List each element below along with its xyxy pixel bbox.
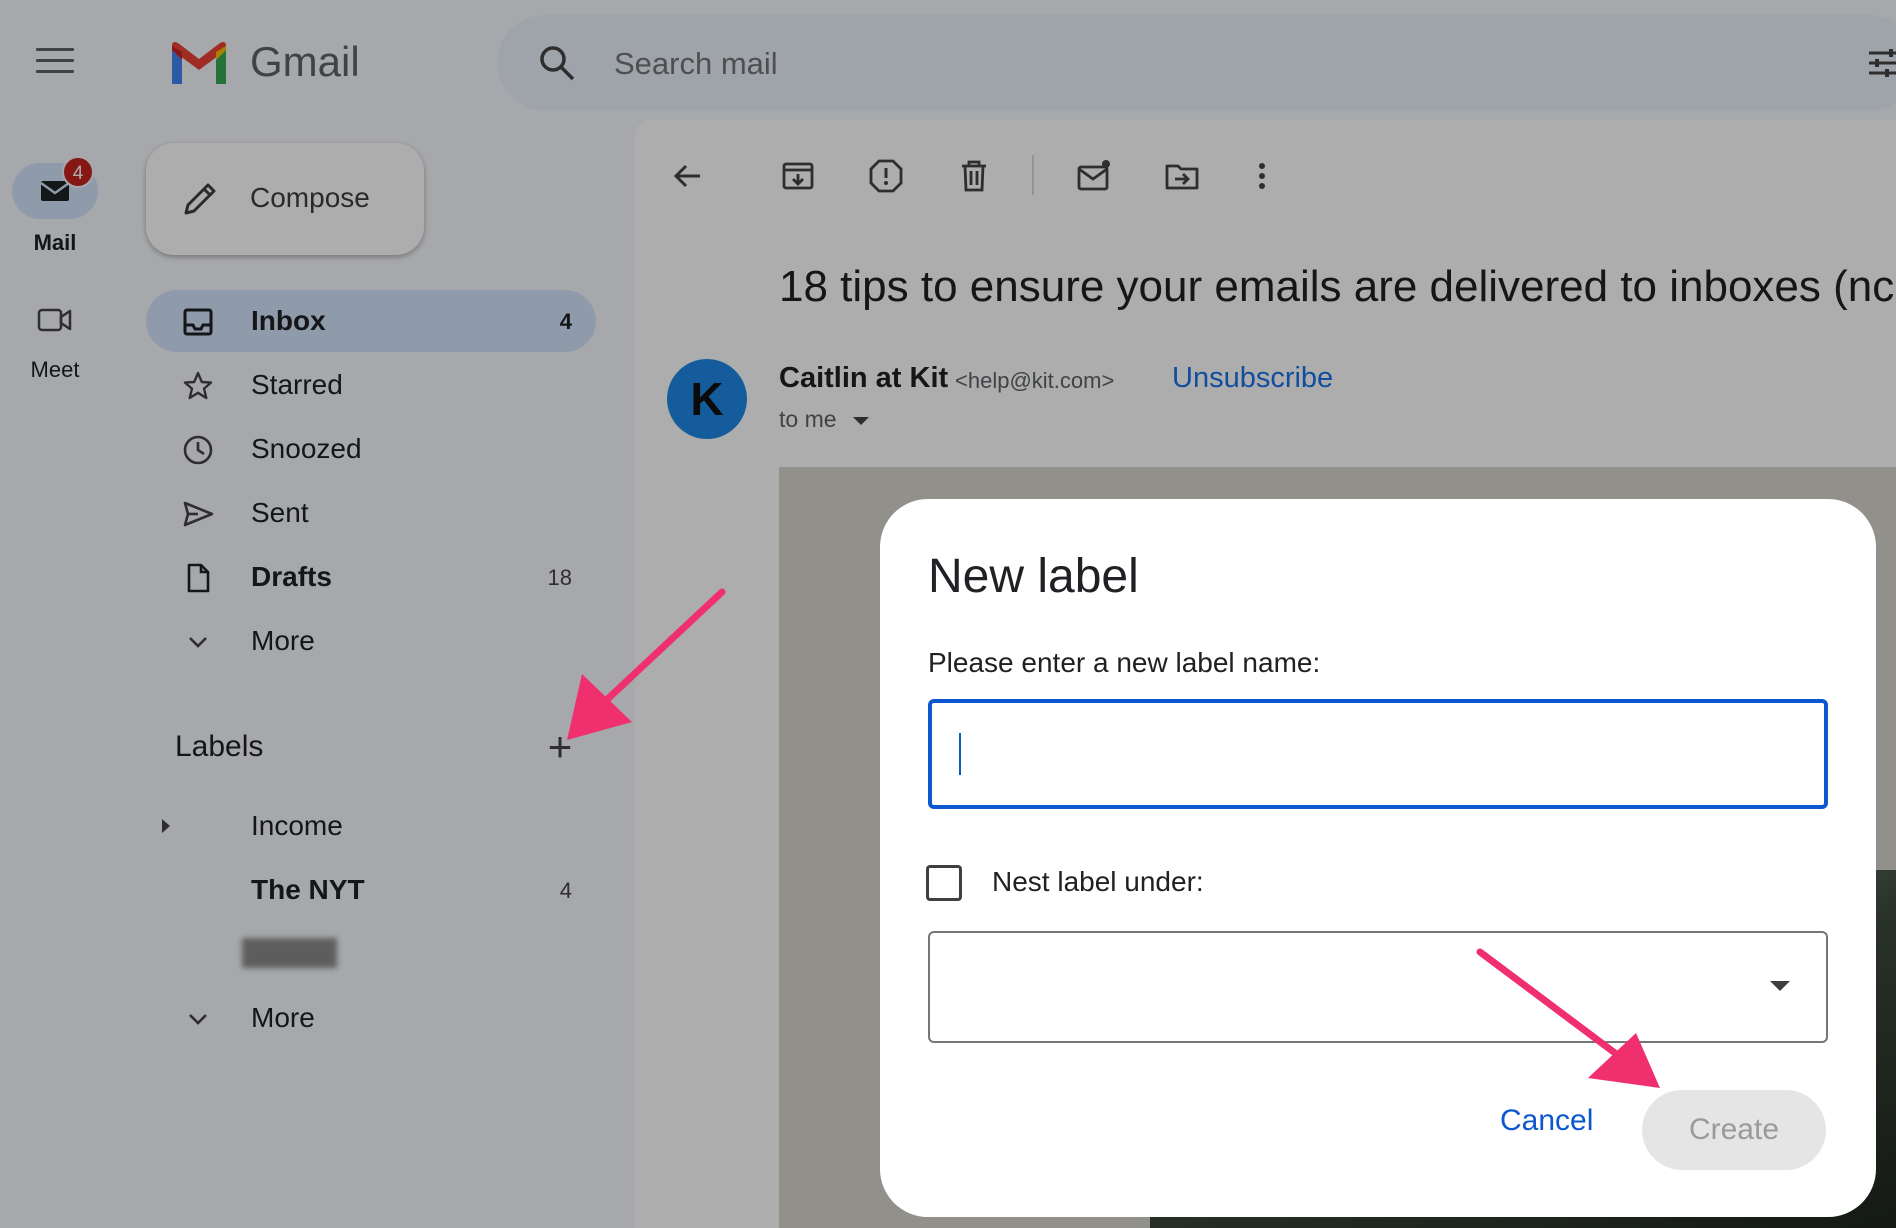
dialog-title: New label — [928, 550, 1139, 603]
dialog-prompt: Please enter a new label name: — [928, 647, 1321, 678]
create-button[interactable]: Create — [1642, 1090, 1826, 1170]
parent-label-select[interactable] — [928, 931, 1828, 1043]
nest-label-text[interactable]: Nest label under: — [992, 866, 1204, 898]
dropdown-arrow-icon — [1770, 981, 1790, 991]
new-label-dialog: New label Please enter a new label name:… — [880, 499, 1876, 1217]
label-name-input[interactable] — [928, 699, 1828, 809]
nest-label-checkbox[interactable] — [926, 865, 962, 901]
cancel-button[interactable]: Cancel — [1478, 1081, 1615, 1161]
text-cursor — [959, 733, 961, 775]
